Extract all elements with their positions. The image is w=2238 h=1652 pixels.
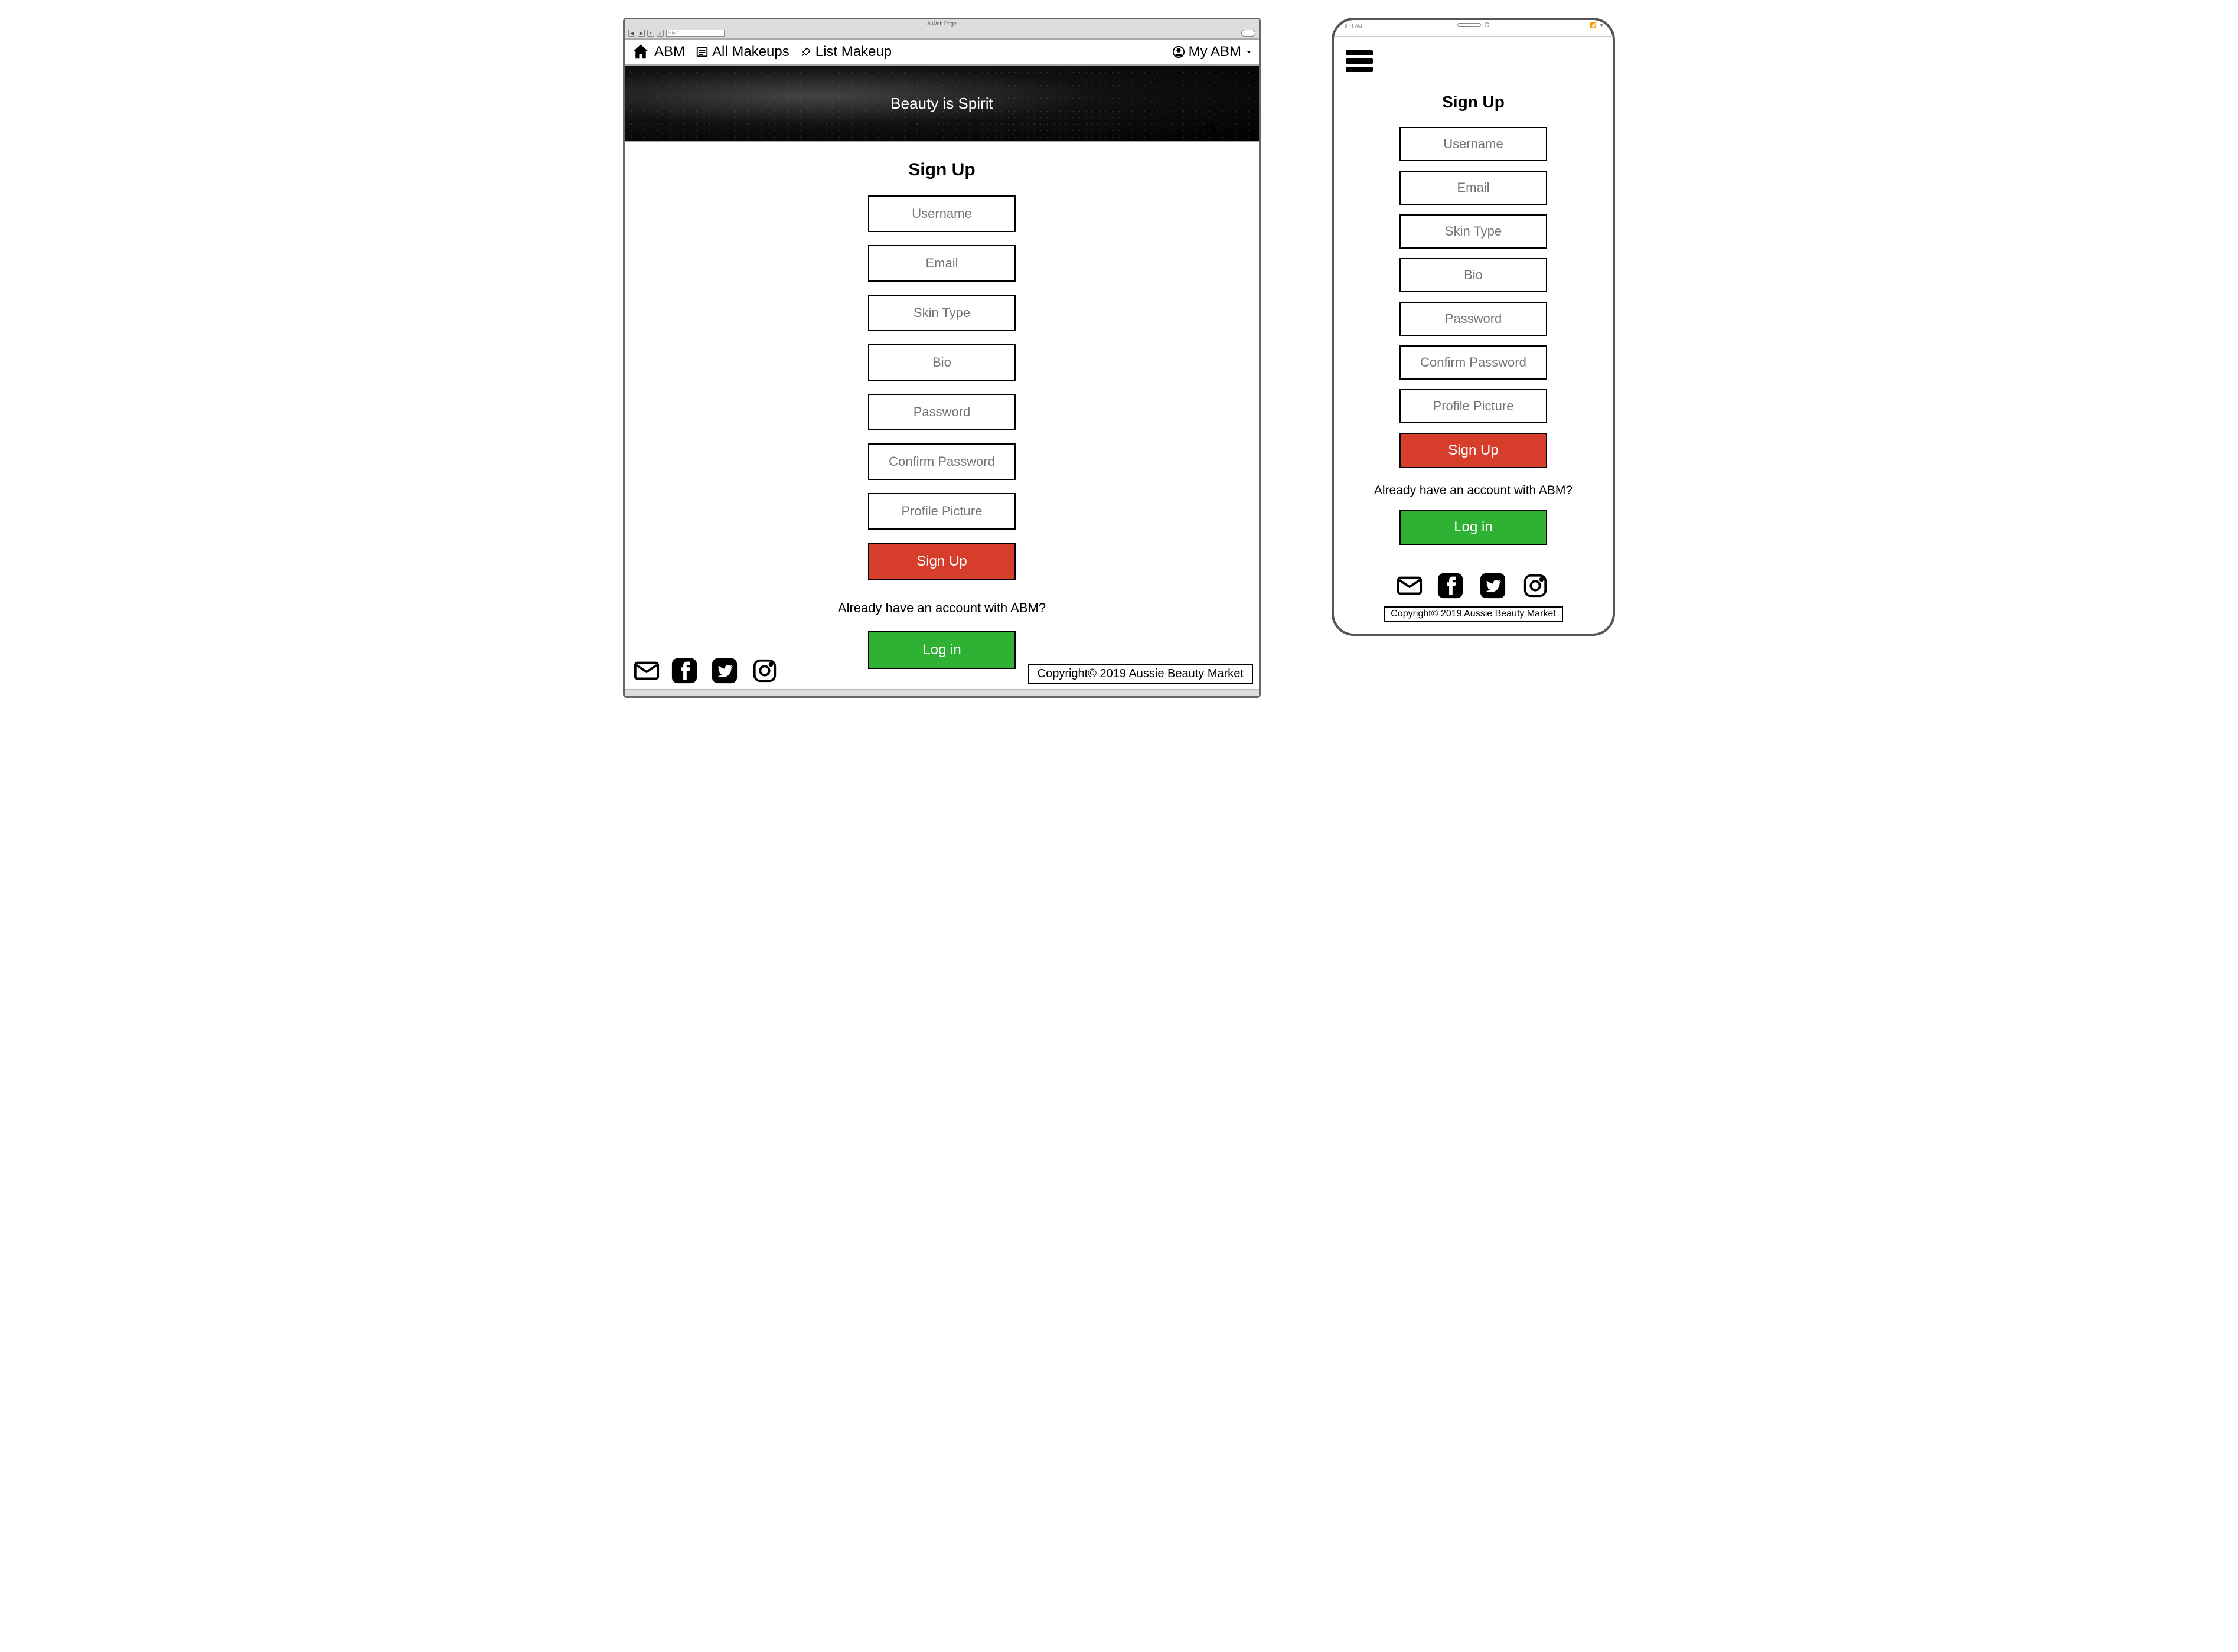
already-have-account-text: Already have an account with ABM?	[838, 600, 1046, 616]
phone-already-text: Already have an account with ABM?	[1374, 484, 1573, 498]
phone-copyright: Copyright© 2019 Aussie Beauty Market	[1384, 606, 1563, 622]
go-button[interactable]	[1241, 30, 1255, 37]
confirm-password-field[interactable]	[868, 443, 1016, 480]
phone-signup-page: Sign Up Sign Up Already have an account …	[1334, 37, 1613, 628]
nav-brand[interactable]: ABM	[631, 43, 685, 61]
home-button[interactable]: ⌂	[657, 30, 664, 37]
phone-signup-button[interactable]: Sign Up	[1399, 433, 1547, 468]
bio-field[interactable]	[868, 344, 1016, 381]
search-icon[interactable]	[1205, 122, 1218, 135]
user-circle-icon	[1172, 45, 1185, 58]
main-navbar: ABM All Makeups List Makeup My ABM	[625, 38, 1259, 66]
nav-list-makeup-label: List Makeup	[815, 44, 892, 60]
address-bar[interactable]	[666, 30, 725, 37]
browser-title: A Web Page	[927, 21, 957, 27]
facebook-icon[interactable]	[671, 657, 703, 684]
phone-skin-type-field[interactable]	[1399, 214, 1547, 249]
browser-window: A Web Page ◀ ▶ ✕ ⌂ ABM All Makeups List	[623, 18, 1261, 698]
home-icon	[631, 43, 651, 61]
twitter-icon[interactable]	[711, 657, 743, 684]
stop-button[interactable]: ✕	[647, 30, 654, 37]
mail-icon[interactable]	[631, 657, 663, 684]
phone-social-links	[1394, 572, 1552, 599]
list-icon	[696, 45, 709, 58]
phone-bio-field[interactable]	[1399, 258, 1547, 292]
browser-toolbar: ◀ ▶ ✕ ⌂	[625, 28, 1259, 38]
phone-instagram-icon[interactable]	[1522, 572, 1552, 599]
phone-facebook-icon[interactable]	[1437, 572, 1467, 599]
nav-all-makeups-label: All Makeups	[712, 44, 790, 60]
caret-down-icon	[1245, 48, 1253, 56]
password-field[interactable]	[868, 394, 1016, 430]
skin-type-field[interactable]	[868, 295, 1016, 331]
phone-login-button[interactable]: Log in	[1399, 510, 1547, 545]
status-signals: 📶 ▼	[1590, 22, 1604, 29]
hamburger-menu-button[interactable]	[1346, 47, 1373, 75]
footer: Copyright© 2019 Aussie Beauty Market	[631, 657, 1253, 684]
brand-label: ABM	[654, 44, 685, 60]
status-time: 9:41 AM	[1345, 24, 1362, 29]
nav-all-makeups[interactable]: All Makeups	[696, 44, 790, 60]
phone-statusbar: 9:41 AM 📶 ▼	[1334, 20, 1613, 37]
back-button[interactable]: ◀	[628, 30, 635, 37]
phone-twitter-icon[interactable]	[1479, 572, 1510, 599]
copyright: Copyright© 2019 Aussie Beauty Market	[1028, 664, 1253, 684]
signup-button[interactable]: Sign Up	[868, 543, 1016, 580]
profile-picture-field[interactable]	[868, 493, 1016, 530]
signup-page: Sign Up Sign Up Already have an account …	[625, 142, 1259, 689]
page-heading: Sign Up	[908, 160, 975, 180]
nav-list-makeup[interactable]: List Makeup	[800, 44, 892, 60]
phone-username-field[interactable]	[1399, 127, 1547, 161]
instagram-icon[interactable]	[751, 657, 783, 684]
phone-page-heading: Sign Up	[1442, 93, 1505, 112]
phone-confirm-password-field[interactable]	[1399, 345, 1547, 380]
nav-my-abm[interactable]: My ABM	[1172, 44, 1253, 60]
brush-icon	[800, 46, 812, 58]
phone-profile-picture-field[interactable]	[1399, 389, 1547, 423]
phone-window: 9:41 AM 📶 ▼ Sign Up Sign Up Already have…	[1332, 18, 1615, 636]
hero-tagline: Beauty is Spirit	[890, 94, 993, 113]
username-field[interactable]	[868, 195, 1016, 232]
social-links	[631, 657, 783, 684]
forward-button[interactable]: ▶	[638, 30, 645, 37]
phone-password-field[interactable]	[1399, 302, 1547, 336]
browser-statusbar	[625, 689, 1259, 696]
browser-titlebar: A Web Page	[625, 19, 1259, 28]
nav-my-abm-label: My ABM	[1189, 44, 1241, 60]
hero-banner: Beauty is Spirit	[625, 66, 1259, 142]
phone-mail-icon[interactable]	[1394, 572, 1425, 599]
email-field[interactable]	[868, 245, 1016, 282]
phone-email-field[interactable]	[1399, 171, 1547, 205]
phone-notch	[1457, 22, 1489, 27]
